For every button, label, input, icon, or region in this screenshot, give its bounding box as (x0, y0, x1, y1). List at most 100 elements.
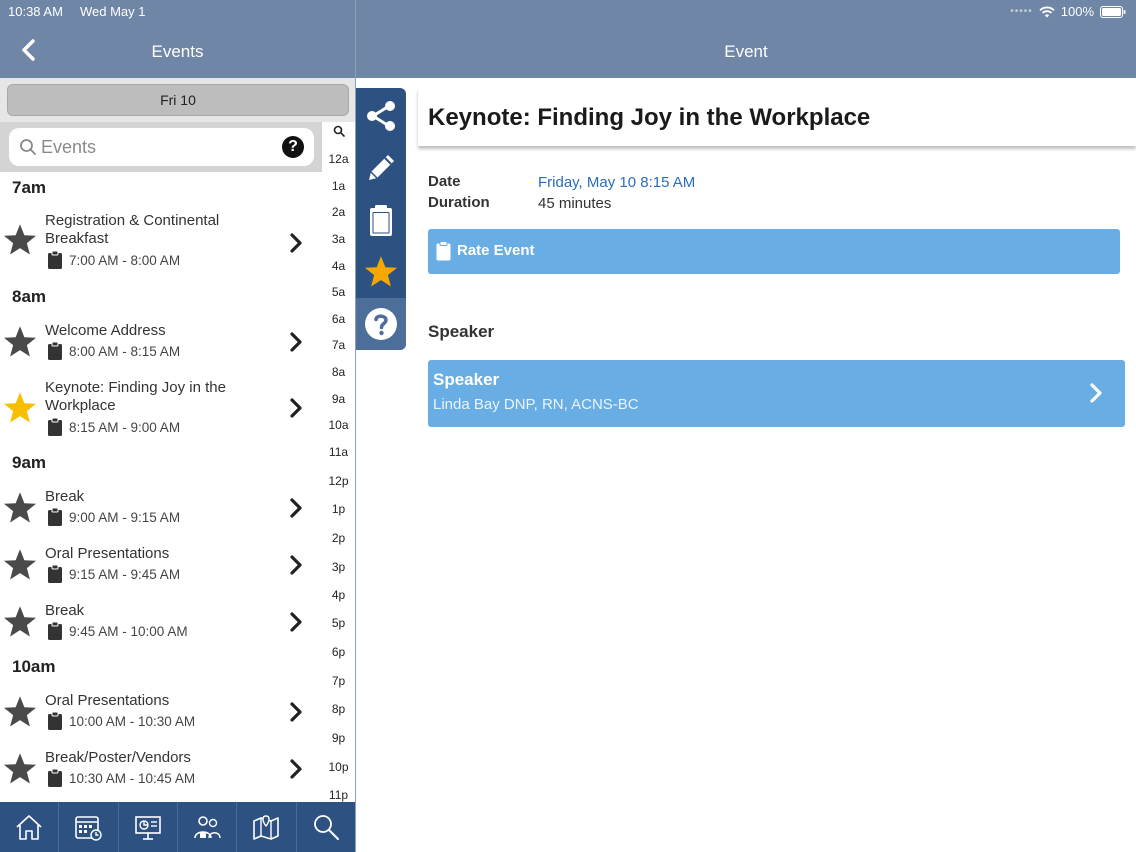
star-icon[interactable] (2, 490, 38, 526)
hour-index-item[interactable]: 12a (322, 152, 355, 166)
speaker-card[interactable]: Speaker Linda Bay DNP, RN, ACNS-BC (428, 360, 1125, 427)
search-input[interactable] (41, 134, 271, 160)
chevron-right-icon (290, 498, 302, 518)
hour-index-item[interactable]: 11p (322, 788, 355, 802)
hour-index-item[interactable]: 5p (322, 616, 355, 630)
hour-index-item[interactable]: 12p (322, 474, 355, 488)
edit-note-button[interactable] (356, 142, 406, 194)
hour-index-item[interactable]: 1p (322, 502, 355, 516)
event-time: 7:00 AM - 8:00 AM (69, 252, 181, 268)
date-label: Date (428, 173, 461, 190)
hour-index-item[interactable]: 3a (322, 232, 355, 246)
section-header-8am: 8am (12, 287, 47, 306)
status-date: Wed May 1 (80, 4, 146, 19)
duration-label: Duration (428, 194, 490, 211)
event-row[interactable]: Registration & Continental Breakfast 7:0… (0, 212, 322, 272)
event-title: Registration & Continental Breakfast (45, 212, 220, 247)
tab-people[interactable] (178, 802, 238, 852)
hour-index-item[interactable]: 6a (322, 312, 355, 326)
share-button[interactable] (356, 90, 406, 142)
date-value-link[interactable]: Friday, May 10 8:15 AM (538, 174, 695, 191)
hour-index-item[interactable]: 4a (322, 259, 355, 273)
hour-index-item[interactable]: 5a (322, 285, 355, 299)
section-header-10am: 10am (12, 657, 56, 676)
hour-index-item[interactable]: 7a (322, 338, 355, 352)
date-selector-button[interactable]: Fri 10 (7, 84, 349, 116)
signal-dots-icon: ••••• (1010, 6, 1033, 17)
search-bar: ? (0, 122, 322, 172)
rate-event-label: Rate Event (457, 242, 535, 259)
event-row[interactable]: Break 9:45 AM - 10:00 AM (0, 602, 322, 647)
hour-index-item[interactable]: 1a (322, 179, 355, 193)
hour-index-item[interactable]: 10p (322, 760, 355, 774)
clipboard-icon (48, 768, 62, 787)
event-row[interactable]: Welcome Address 8:00 AM - 8:15 AM (0, 322, 322, 367)
event-title: Oral Presentations (45, 692, 170, 709)
event-title: Break (45, 602, 85, 619)
star-icon[interactable] (2, 604, 38, 640)
help-icon (365, 308, 397, 340)
chevron-right-icon (290, 702, 302, 722)
event-time-row: 9:15 AM - 9:45 AM (47, 564, 180, 584)
hour-index-item[interactable]: 3p (322, 560, 355, 574)
chevron-right-icon (290, 332, 302, 352)
event-time: 10:30 AM - 10:45 AM (69, 770, 196, 786)
star-favorite-icon[interactable] (2, 390, 38, 426)
help-button[interactable] (356, 298, 406, 350)
bottom-tab-bar (0, 802, 355, 852)
search-help-icon[interactable]: ? (282, 136, 304, 158)
event-time: 9:15 AM - 9:45 AM (69, 566, 181, 582)
event-row[interactable]: Break 9:00 AM - 9:15 AM (0, 488, 322, 533)
event-title: Break/Poster/Vendors (45, 749, 191, 766)
clipboard-icon (370, 205, 392, 236)
tab-home[interactable] (0, 802, 60, 852)
favorite-button[interactable] (356, 246, 406, 298)
hour-index-item[interactable]: 11a (322, 445, 355, 459)
status-time: 10:38 AM (8, 4, 63, 19)
event-title: Break (45, 488, 85, 505)
tab-presentations[interactable] (119, 802, 178, 852)
hour-index-item[interactable]: 2a (322, 205, 355, 219)
chevron-right-icon (290, 759, 302, 779)
hour-index-item[interactable]: 4p (322, 588, 355, 602)
event-time-row: 9:45 AM - 10:00 AM (47, 621, 188, 641)
star-icon[interactable] (2, 547, 38, 583)
index-search-icon[interactable] (333, 125, 345, 137)
right-navbar: Event (356, 22, 1136, 78)
battery-icon (1100, 5, 1126, 18)
hour-index-item[interactable]: 7p (322, 674, 355, 688)
star-icon[interactable] (2, 694, 38, 730)
event-row[interactable]: Oral Presentations 10:00 AM - 10:30 AM (0, 692, 322, 737)
event-row[interactable]: Oral Presentations 9:15 AM - 9:45 AM (0, 545, 322, 590)
presentation-icon (135, 816, 161, 840)
chevron-right-icon (290, 555, 302, 575)
hour-index-item[interactable]: 8p (322, 702, 355, 716)
survey-button[interactable] (356, 194, 406, 246)
speaker-card-title: Speaker (433, 370, 500, 389)
star-favorite-icon (364, 256, 398, 287)
hour-index-item[interactable]: 9p (322, 731, 355, 745)
speaker-section-heading: Speaker (428, 322, 495, 341)
star-icon[interactable] (2, 751, 38, 787)
hour-index-item[interactable]: 10a (322, 418, 355, 432)
star-icon[interactable] (2, 222, 38, 258)
search-box[interactable]: ? (9, 128, 314, 166)
clipboard-icon (48, 507, 62, 526)
rate-event-button[interactable]: Rate Event (428, 229, 1120, 274)
people-icon (194, 816, 221, 839)
tab-calendar[interactable] (59, 802, 119, 852)
event-row[interactable]: Break/Poster/Vendors 10:30 AM - 10:45 AM (0, 749, 322, 794)
hour-index-item[interactable]: 9a (322, 392, 355, 406)
map-icon (253, 815, 280, 840)
hour-index-item[interactable]: 8a (322, 365, 355, 379)
tab-map[interactable] (237, 802, 297, 852)
tab-search[interactable] (297, 802, 355, 852)
event-row-selected[interactable]: Keynote: Finding Joy in the Workplace 8:… (0, 379, 322, 441)
battery-percent: 100% (1060, 4, 1094, 19)
hour-index-item[interactable]: 2p (322, 531, 355, 545)
hour-index-item[interactable]: 6p (322, 645, 355, 659)
clipboard-icon (48, 621, 62, 640)
status-indicators: ••••• 100% (1010, 4, 1126, 19)
star-icon[interactable] (2, 324, 38, 360)
clipboard-icon (48, 341, 62, 360)
